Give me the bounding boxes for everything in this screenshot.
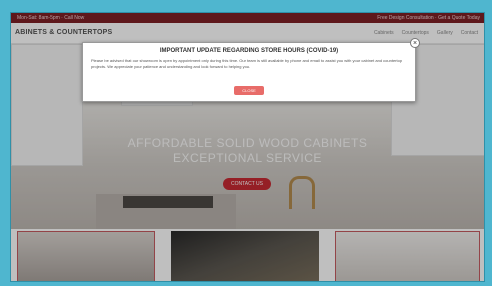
close-icon[interactable]: ×: [410, 38, 420, 48]
modal-title: IMPORTANT UPDATE REGARDING STORE HOURS (…: [159, 48, 339, 54]
announcement-modal: × IMPORTANT UPDATE REGARDING STORE HOURS…: [82, 38, 420, 102]
modal-body: Please be advised that our showroom is o…: [91, 58, 403, 69]
browser-viewport: Mon-Sat: 8am-5pm · Call Now Free Design …: [10, 12, 485, 282]
modal-close-button[interactable]: CLOSE: [234, 86, 264, 95]
